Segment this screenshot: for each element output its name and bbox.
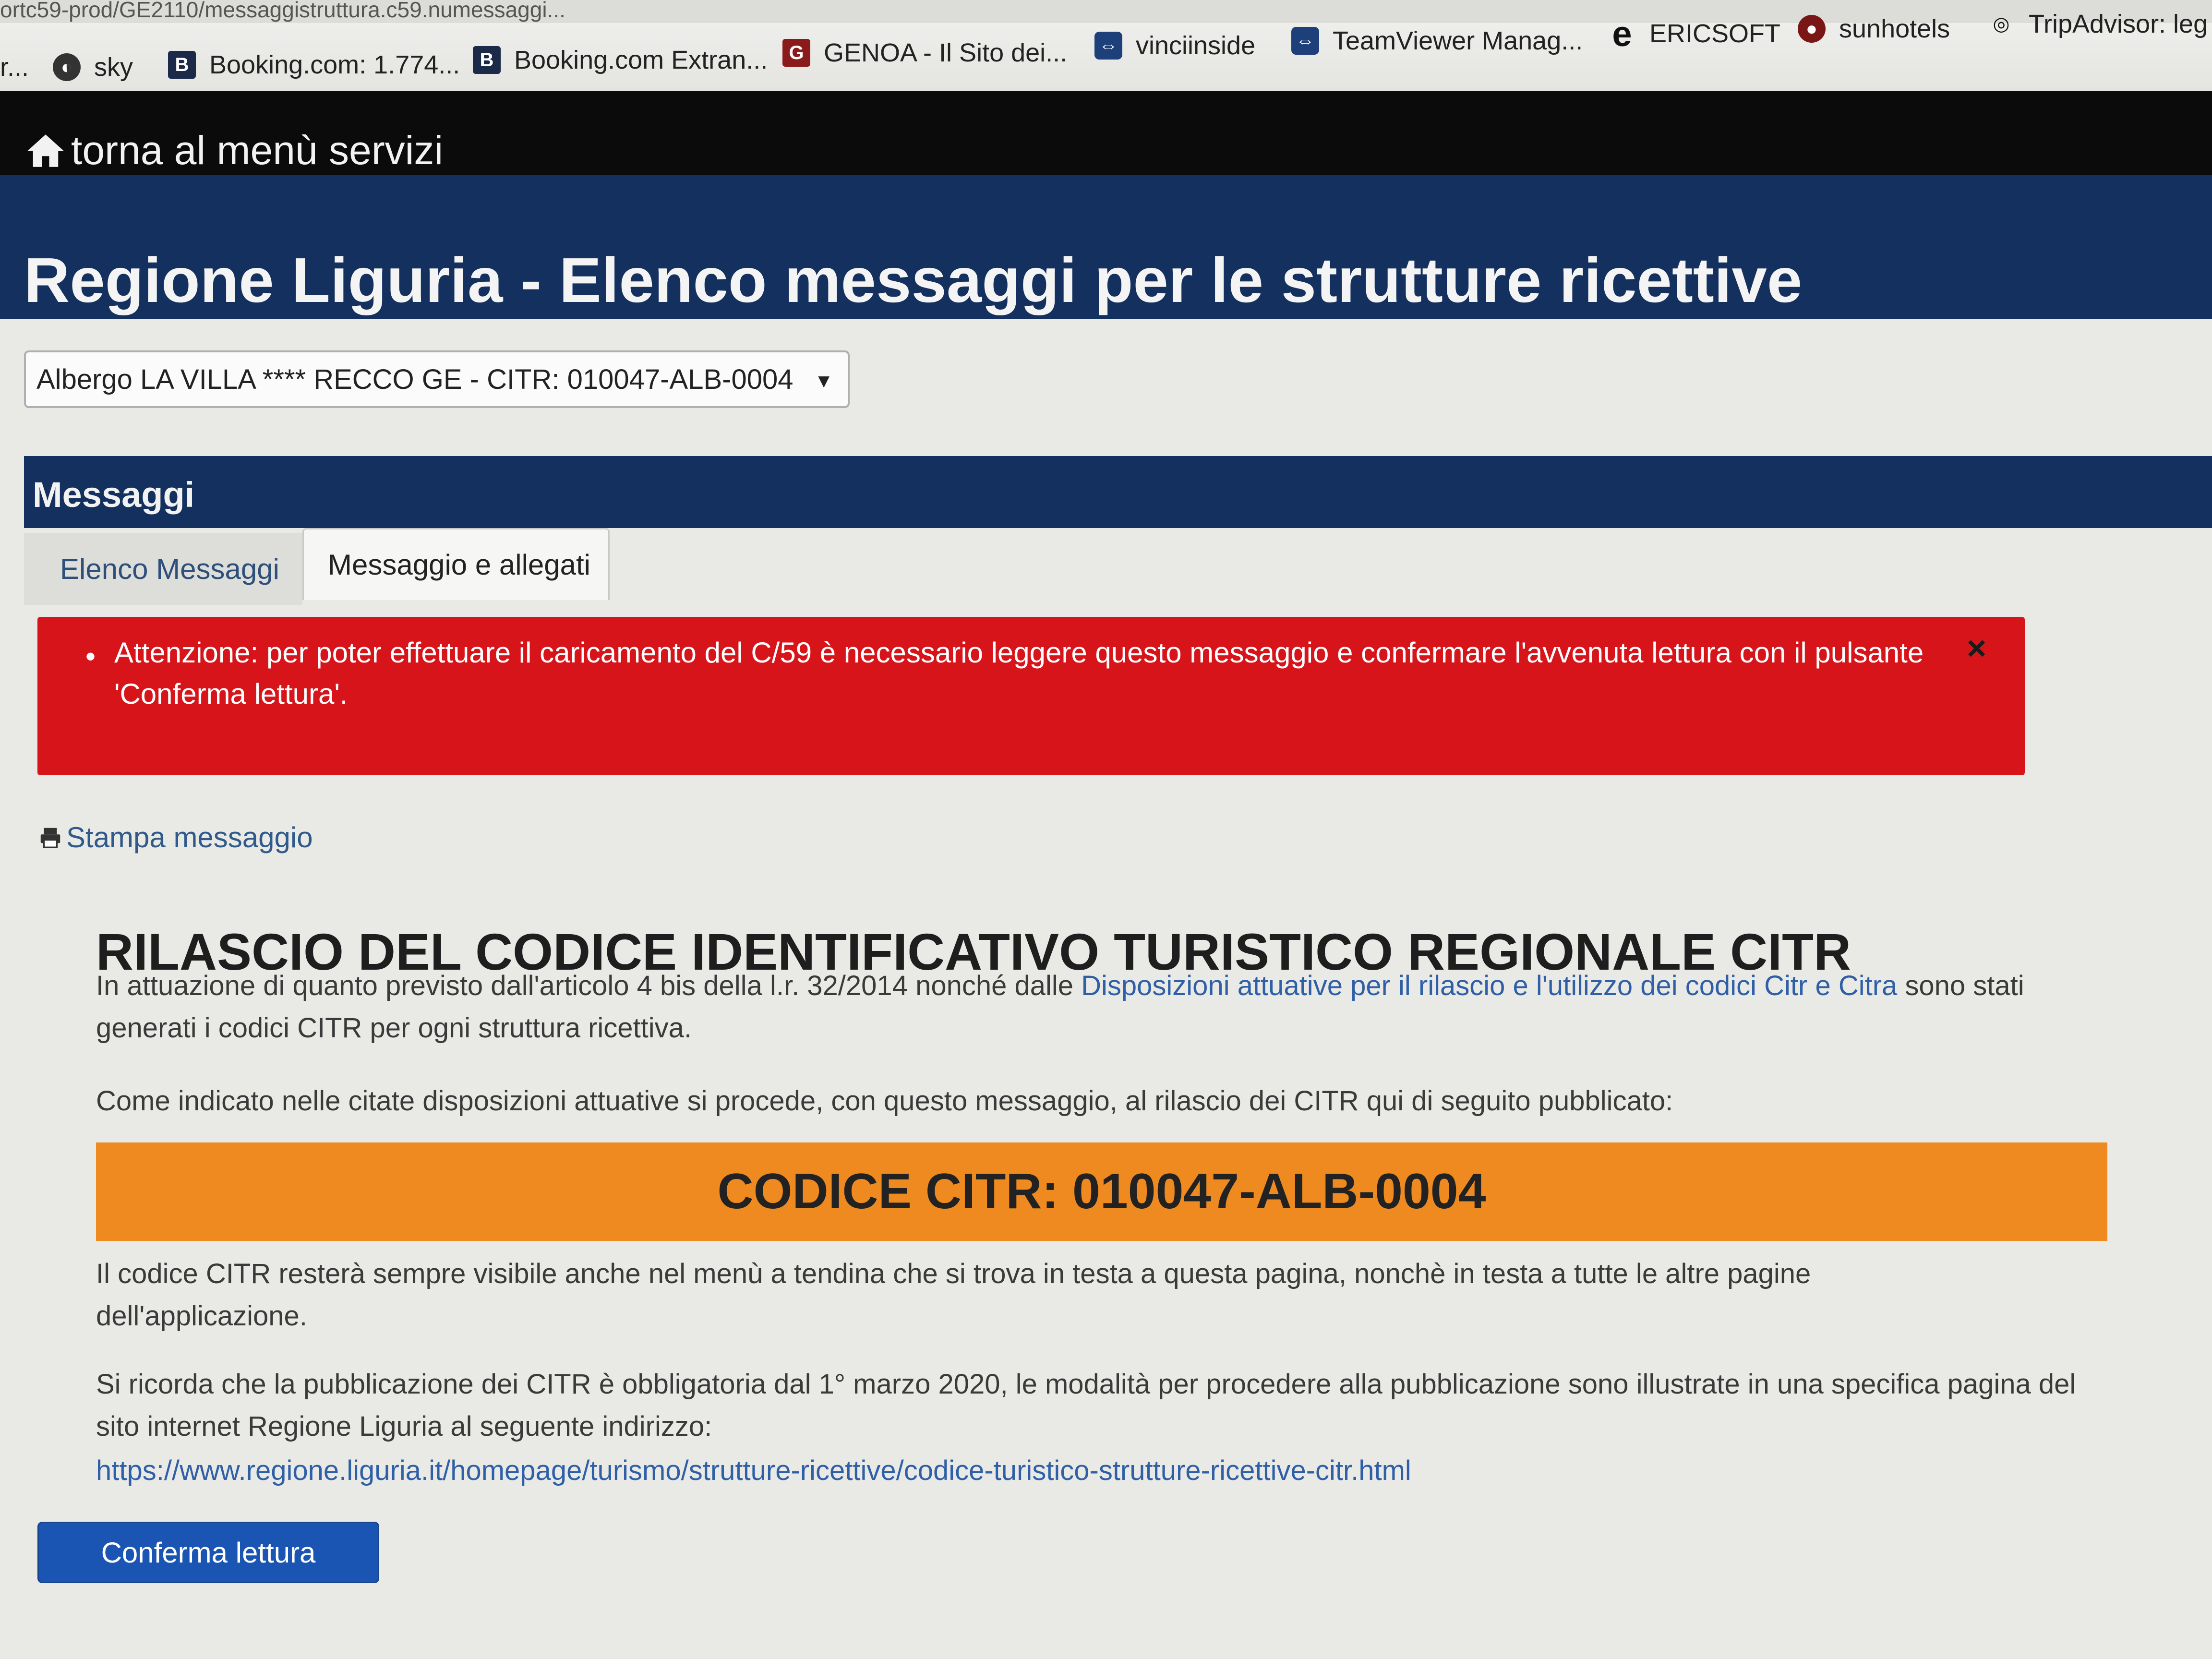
sunhotels-icon: ●	[1798, 15, 1826, 43]
bookmark-teamviewer[interactable]: ⇔ TeamViewer Manag...	[1291, 22, 1583, 60]
bookmark-sunhotels[interactable]: ● sunhotels	[1798, 10, 1950, 48]
bookmark-label: Booking.com: 1.774...	[209, 50, 460, 79]
messages-panel-header: Messaggi	[24, 456, 2212, 528]
disposizioni-link[interactable]: Disposizioni attuative per il rilascio e…	[1081, 970, 1897, 1001]
bookmark-label: Booking.com Extran...	[514, 46, 768, 74]
bookmark-label: vinciinside	[1136, 31, 1256, 60]
bookmark-label: sky	[94, 53, 133, 82]
structure-select-value: Albergo LA VILLA **** RECCO GE - CITR: 0…	[36, 363, 793, 395]
bookmark-label: TeamViewer Manag...	[1333, 26, 1583, 55]
back-link-label: torna al menù servizi	[71, 128, 443, 173]
message-paragraph-2: Come indicato nelle citate disposizioni …	[96, 1085, 1673, 1117]
printer-icon	[40, 828, 60, 848]
back-to-services-link[interactable]: torna al menù servizi	[24, 127, 443, 174]
message-paragraph-4: Si ricorda che la pubblicazione dei CITR…	[96, 1369, 2076, 1442]
panel-heading: Messaggi	[33, 475, 195, 515]
bookmark-label: TripAdvisor: leg	[2029, 10, 2208, 38]
bookmark-label: sunhotels	[1839, 14, 1950, 43]
bookmark-booking[interactable]: B Booking.com: 1.774...	[168, 46, 460, 84]
bookmark-tripadvisor[interactable]: ◎ TripAdvisor: leg	[1987, 5, 2208, 43]
genoa-icon: G	[782, 39, 810, 67]
print-label: Stampa messaggio	[66, 821, 313, 854]
globe-icon: ◐	[53, 53, 81, 81]
dropdown-arrow-icon: ▼	[814, 371, 833, 392]
bookmark-booking-extranet[interactable]: B Booking.com Extran...	[473, 41, 768, 79]
teamviewer-icon: ⇔	[1291, 27, 1319, 55]
booking-icon: B	[168, 51, 196, 79]
structure-select[interactable]: Albergo LA VILLA **** RECCO GE - CITR: 0…	[24, 350, 850, 408]
p1-text-before: In attuazione di quanto previsto dall'ar…	[96, 970, 1082, 1001]
bookmark-label: ERICSOFT	[1649, 19, 1781, 48]
tab-label: Messaggio e allegati	[328, 549, 591, 581]
bookmark-label: GENOA - Il Sito dei...	[824, 38, 1068, 67]
confirm-read-button[interactable]: Conferma lettura	[37, 1522, 379, 1583]
tab-label: Elenco Messaggi	[60, 553, 279, 585]
bookmark-sky[interactable]: ◐ sky	[53, 48, 133, 86]
booking-icon: B	[473, 46, 501, 74]
bullet-icon: •	[85, 640, 96, 673]
warning-alert: • Attenzione: per poter effettuare il ca…	[37, 617, 2025, 775]
tab-messaggio-e-allegati[interactable]: Messaggio e allegati	[302, 528, 610, 600]
bookmark-genoa[interactable]: G GENOA - Il Sito dei...	[782, 34, 1067, 72]
citr-code-banner: CODICE CITR: 010047-ALB-0004	[96, 1142, 2107, 1241]
print-message-link[interactable]: Stampa messaggio	[37, 821, 313, 854]
tab-elenco-messaggi[interactable]: Elenco Messaggi	[24, 533, 302, 605]
tripadvisor-icon: ◎	[1993, 13, 2010, 35]
citr-code: CODICE CITR: 010047-ALB-0004	[717, 1164, 1486, 1219]
close-icon[interactable]: ×	[1967, 627, 1986, 669]
teamviewer-icon: ⇔	[1094, 32, 1122, 60]
message-paragraph-1: In attuazione di quanto previsto dall'ar…	[96, 965, 2112, 1049]
bookmark-ericsoft[interactable]: e ERICSOFT	[1608, 13, 1781, 54]
home-icon	[27, 134, 64, 167]
bookmark-item[interactable]: r...	[0, 48, 29, 86]
ie-icon: e	[1612, 13, 1632, 54]
citr-info-url-link[interactable]: https://www.regione.liguria.it/homepage/…	[96, 1450, 2112, 1492]
message-paragraph-3: Il codice CITR resterà sempre visibile a…	[96, 1258, 1811, 1332]
bookmark-label: r...	[0, 53, 29, 82]
bookmark-vinciinside[interactable]: ⇔ vinciinside	[1094, 26, 1255, 65]
bookmarks-bar: ortc59-prod/GE2110/messaggistruttura.c59…	[0, 0, 2212, 92]
page-title: Regione Liguria - Elenco messaggi per le…	[24, 245, 1803, 316]
alert-text: Attenzione: per poter effettuare il cari…	[114, 637, 1924, 710]
